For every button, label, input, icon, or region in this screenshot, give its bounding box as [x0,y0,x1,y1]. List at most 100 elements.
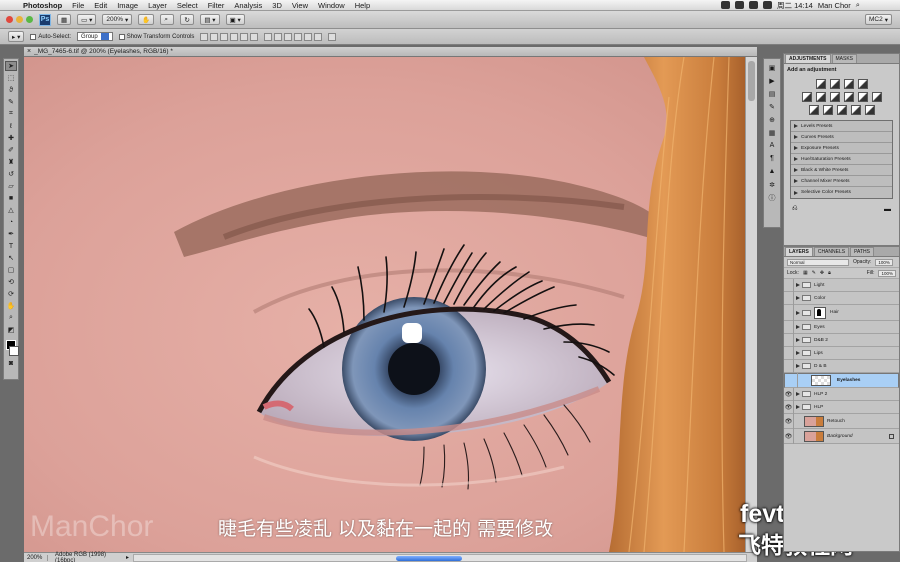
zoom-tool-icon[interactable]: ⌕ [5,313,17,323]
blend-mode-select[interactable]: Normal [787,258,849,266]
visibility-toggle[interactable] [788,373,798,388]
rotate-view-button[interactable]: ↻ [180,14,195,25]
layer-row-light[interactable]: Light [784,278,899,292]
menu-layer[interactable]: Layer [143,1,172,10]
visibility-toggle[interactable] [784,291,794,305]
tab-channels[interactable]: CHANNELS [813,247,850,256]
view-extras-button[interactable]: ▭ ▾ [77,14,97,25]
background-color-swatch[interactable] [9,346,19,356]
zoom-window-button[interactable] [26,16,33,23]
menu-file[interactable]: File [67,1,89,10]
distribute-bottom-icon[interactable] [284,32,293,41]
navigator-panel-icon[interactable]: ▤ [767,89,777,98]
preset-curves[interactable]: Curves Presets [791,132,892,143]
screen-mode-button[interactable]: ▣ ▾ [225,14,245,25]
vertical-scroll-thumb[interactable] [748,61,755,101]
clone-stamp-tool-icon[interactable]: ♜ [5,157,17,167]
exposure-icon[interactable] [857,79,868,89]
lasso-tool-icon[interactable]: ϑ [5,85,17,95]
fill-input[interactable]: 100% [878,269,896,277]
healing-brush-tool-icon[interactable]: ✚ [5,133,17,143]
lock-all-icon[interactable]: 🔒︎ [828,270,831,276]
visibility-toggle[interactable] [784,278,794,292]
distribute-right-icon[interactable] [314,32,323,41]
layer-row-eyelashes[interactable]: Eyelashes [784,373,899,388]
black-white-icon[interactable] [843,92,854,102]
posterize-icon[interactable] [822,105,833,115]
align-top-icon[interactable] [200,32,209,41]
quick-select-tool-icon[interactable]: ✎ [5,97,17,107]
3d-rotate-tool-icon[interactable]: ⟲ [5,277,17,287]
layer-row-hair[interactable]: Hair [784,304,899,321]
move-tool-icon[interactable]: ➤ [5,61,17,71]
gradient-tool-icon[interactable]: ■ [5,193,17,203]
gradient-map-icon[interactable] [850,105,861,115]
layer-row-hlp[interactable]: 👁︎ HLP [784,400,899,414]
pen-tool-icon[interactable]: ✒ [5,229,17,239]
tab-paths[interactable]: PATHS [850,247,874,256]
horizontal-scroll-thumb[interactable] [396,555,463,561]
default-colors-icon[interactable]: ◩ [5,325,17,335]
photo-filter-icon[interactable] [857,92,868,102]
hand-tool-icon[interactable]: ✋ [5,301,17,311]
channel-mixer-icon[interactable] [871,92,882,102]
expand-group-icon[interactable] [794,310,802,315]
menu-select[interactable]: Select [172,1,203,10]
menu-view[interactable]: View [287,1,313,10]
expand-group-icon[interactable] [794,364,802,368]
align-right-icon[interactable] [250,32,259,41]
type-tool-icon[interactable]: T [5,241,17,251]
actions-panel-icon[interactable]: ▶ [767,76,777,85]
expand-group-icon[interactable] [794,283,802,287]
clone-source-panel-icon[interactable]: ⊕ [767,115,777,124]
distribute-vcenter-icon[interactable] [274,32,283,41]
minimize-window-button[interactable] [16,16,23,23]
delete-adjustment-icon[interactable]: ▬ [884,206,891,213]
align-left-icon[interactable] [230,32,239,41]
status-doc-info[interactable]: Adobe RGB (1998) (16bpc) [52,552,122,562]
preset-levels[interactable]: Levels Presets [791,121,892,132]
horizontal-scrollbar[interactable] [133,553,747,562]
status-zoom[interactable]: 200% [24,554,48,561]
zoom-tool-button[interactable]: ⌕ [160,14,175,25]
blur-tool-icon[interactable]: △ [5,205,17,215]
layer-mask-thumbnail[interactable] [814,306,826,319]
zoom-level-select[interactable]: 200% ▾ [102,14,133,25]
menu-filter[interactable]: Filter [203,1,230,10]
layer-row-color[interactable]: Color [784,291,899,305]
visibility-toggle-eye-icon[interactable]: 👁︎ [784,387,794,401]
visibility-toggle-eye-icon[interactable]: 👁︎ [784,428,794,444]
tab-adjustments[interactable]: ADJUSTMENTS [785,54,831,63]
preset-hue-saturation[interactable]: Hue/Saturation Presets [791,154,892,165]
paragraph-panel-icon[interactable]: ¶ [767,154,777,163]
quick-mask-icon[interactable]: ◙ [5,358,17,368]
battery-icon[interactable] [763,1,772,9]
history-brush-tool-icon[interactable]: ↺ [5,169,17,179]
color-balance-icon[interactable] [829,92,840,102]
crop-tool-icon[interactable]: ⌗ [5,109,17,119]
menu-analysis[interactable]: Analysis [229,1,267,10]
visibility-toggle-eye-icon[interactable]: 👁︎ [784,413,794,429]
layer-row-eyes[interactable]: Eyes [784,320,899,334]
show-transform-checkbox[interactable]: Show Transform Controls [118,33,194,40]
lock-transparency-icon[interactable]: ▦ [803,270,808,276]
distribute-left-icon[interactable] [294,32,303,41]
workspace-switcher[interactable]: MC2 ▾ [865,14,892,25]
volume-icon[interactable] [749,1,758,9]
hand-tool-button[interactable]: ✋ [138,14,155,25]
clip-layer-icon[interactable]: ⎌ [792,205,798,213]
layer-row-hlp2[interactable]: 👁︎ HLP 2 [784,387,899,401]
close-document-icon[interactable]: × [27,48,31,55]
visibility-toggle[interactable] [784,333,794,347]
spotlight-icon[interactable]: ⌕ [856,0,860,10]
wifi-icon[interactable] [735,1,744,9]
menu-3d[interactable]: 3D [267,1,287,10]
visibility-toggle[interactable] [784,359,794,373]
expand-group-icon[interactable] [794,296,802,300]
arrange-documents-button[interactable]: ▤ ▾ [200,14,220,25]
layer-row-background[interactable]: 👁︎ Background [784,428,899,444]
launch-bridge-button[interactable]: ▦ [57,14,72,25]
lock-position-icon[interactable]: ✥ [820,270,824,276]
distribute-hcenter-icon[interactable] [304,32,313,41]
visibility-toggle[interactable] [784,304,794,321]
